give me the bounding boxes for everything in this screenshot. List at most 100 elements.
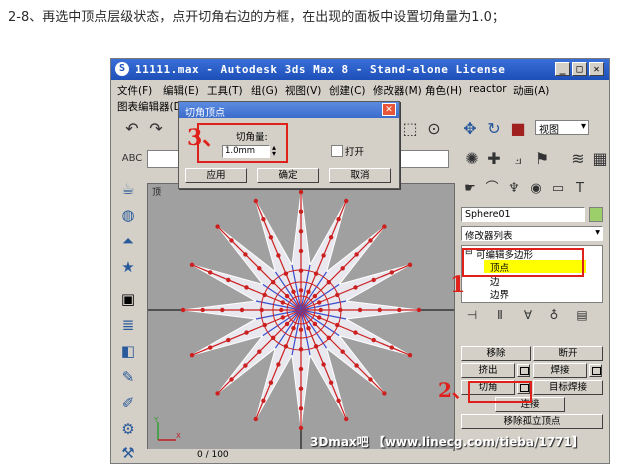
axis-gizmo: Y X [153,416,181,441]
remove-modifier-icon[interactable]: ♁ [543,304,565,326]
mesh-vertex [284,321,290,327]
lightbulb-icon[interactable]: ✺ [461,148,483,170]
menu-edit[interactable]: 编辑(E) [163,83,199,98]
pin-stack-icon[interactable]: ⊣ [461,304,483,326]
redo-icon[interactable]: ↷ [145,118,167,140]
mesh-vertex [268,380,274,385]
grid-icon[interactable]: ▦ [589,148,609,170]
menu-view[interactable]: 视图(V) [285,83,321,98]
cross-icon[interactable]: ✚ [483,148,505,170]
stack-item-border[interactable]: 边界 [484,287,509,301]
create-tab-icon[interactable]: ☛ [459,178,481,200]
make-unique-icon[interactable]: ∀ [517,304,539,326]
dialog-close-button[interactable]: ✕ [382,103,396,116]
mesh-vertex [389,270,394,275]
stack-icon[interactable]: ≣ [117,314,139,336]
mesh-vertex [298,229,304,234]
mesh-vertex [261,217,266,222]
menu-animation[interactable]: 动画(A) [513,83,549,98]
mesh-vertex [226,277,231,283]
mesh-vertex [291,289,296,294]
mesh-vertex [344,198,349,204]
motion-tab-icon[interactable]: ◉ [525,178,547,200]
menu-create[interactable]: 创建(C) [329,83,366,98]
scale-icon[interactable]: ■ [507,118,529,140]
menu-character[interactable]: 角色(H) [425,83,462,98]
mesh-vertex [298,209,304,214]
mesh-vertex [312,293,318,299]
window-crossing-icon[interactable]: ⊙ [423,118,445,140]
teapot-icon[interactable]: ☕ [117,178,139,200]
menu-modifiers[interactable]: 修改器(M) [373,83,422,98]
mesh-vertex [243,252,248,257]
modifier-list-select[interactable]: 修改器列表 ▾ [461,226,603,242]
mesh-vertex [284,293,290,299]
maximize-button[interactable]: □ [572,62,587,76]
cancel-button[interactable]: 取消 [329,168,391,183]
menu-graph-editors[interactable]: 图表编辑器(D) [117,99,186,114]
close-button[interactable]: ✕ [589,62,604,76]
menu-reactor[interactable]: reactor [469,83,507,95]
mesh-vertex [291,326,296,331]
weld-button[interactable]: 焊接 [533,363,587,378]
target-weld-button[interactable]: 目标焊接 [533,380,603,395]
paint-icon[interactable]: ✐ [117,392,139,414]
break-button[interactable]: 断开 [533,346,603,361]
star-icon[interactable]: ★ [117,256,139,278]
show-end-result-icon[interactable]: Ⅱ [489,304,511,326]
minimize-button[interactable]: _ [555,62,570,76]
cone-icon[interactable]: ⏶ [117,230,139,252]
display-icon[interactable]: ▣ [117,288,139,310]
remove-button[interactable]: 移除 [461,346,531,361]
reference-coord-select[interactable]: 视图 ▾ [535,120,589,136]
mesh-vertex [257,349,262,354]
magnet-icon[interactable]: ⟓ [507,148,529,170]
undo-icon[interactable]: ↶ [121,118,143,140]
modify-tab-icon[interactable]: ⌒ [481,178,503,200]
open-checkbox-label: 打开 [345,147,365,158]
rotate-icon[interactable]: ↻ [483,118,505,140]
mesh-vertex [353,285,358,290]
sphere-icon[interactable]: ◍ [117,204,139,226]
utilities-tab-icon[interactable]: T [569,178,591,200]
top-viewport[interactable]: 顶 Y X [147,183,455,451]
weld-settings-button[interactable] [589,364,602,377]
menu-group[interactable]: 组(G) [251,83,278,98]
select-region-icon[interactable]: ⬚ [399,118,421,140]
mesh-vertex [328,235,334,240]
apply-button[interactable]: 应用 [185,168,247,183]
ok-button[interactable]: 确定 [257,168,319,183]
wrench-icon[interactable]: ✎ [117,366,139,388]
tool-icon[interactable]: ⚒ [117,442,139,463]
mesh-vertex [317,315,322,320]
mesh-vertex [397,307,402,313]
gear-icon[interactable]: ⚙ [117,418,139,440]
mesh-vertex [318,307,323,313]
layers-icon[interactable]: ≋ [567,148,589,170]
mesh-vertex [407,262,413,267]
remove-isolated-vertices-button[interactable]: 移除孤立顶点 [461,414,603,429]
watermark-text: 3Dmax吧 【www.linecg.com/tieba/1771】 [310,435,584,449]
mesh-vertex [306,289,311,294]
configure-sets-icon[interactable]: ▤ [571,304,593,326]
open-checkbox[interactable] [331,145,343,157]
display-tab-icon[interactable]: ▭ [547,178,569,200]
tab-panel-left: ☕ ◍ ⏶ ★ ▣ ≣ ◧ ✎ ✐ ⚙ ⚒ [111,174,145,463]
mesh-vertex [215,391,220,396]
mesh-vertex [239,307,245,313]
abc-icon[interactable]: ABC [121,148,143,170]
mesh-vertex [253,198,258,204]
mesh-vertex [298,386,304,391]
hierarchy-tab-icon[interactable]: ♆ [503,178,525,200]
flag-icon[interactable]: ⚑ [531,148,553,170]
box-icon[interactable]: ◧ [117,340,139,362]
time-slider[interactable]: 0 / 100 [147,449,453,463]
extrude-settings-button[interactable] [517,364,530,377]
mesh-vertex [321,253,326,258]
move-icon[interactable]: ✥ [459,118,481,140]
menu-file[interactable]: 文件(F) [117,83,152,98]
menu-tools[interactable]: 工具(T) [207,83,243,98]
object-color-swatch[interactable] [589,207,603,222]
object-name-field[interactable]: Sphere01 [461,207,585,222]
command-panel: ☛ ⌒ ♆ ◉ ▭ T Sphere01 修改器列表 ▾ ⊟ 可编辑多边形 顶点… [455,174,609,463]
